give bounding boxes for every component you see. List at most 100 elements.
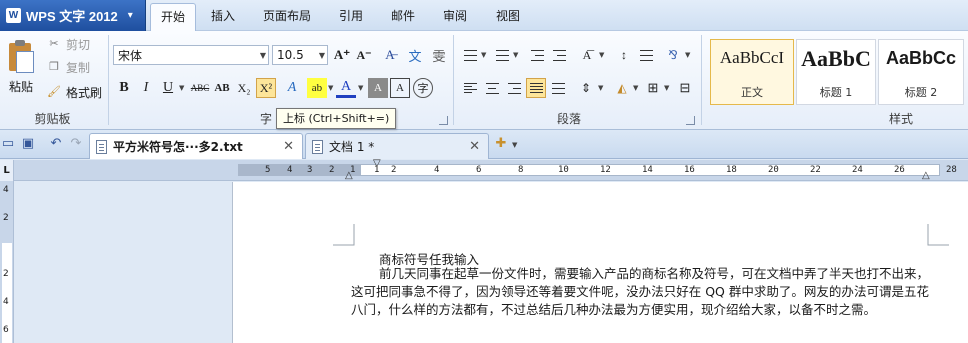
copy-icon: ❐ <box>49 60 59 73</box>
vertical-ruler[interactable]: 4 2 2 4 6 <box>0 181 14 343</box>
close-icon[interactable]: ✕ <box>283 139 294 154</box>
subscript-button[interactable]: X₂ <box>234 78 254 98</box>
phonetic-guide-icon[interactable]: 文 <box>405 45 425 65</box>
font-dialog-launcher-icon[interactable] <box>439 116 448 125</box>
tab-page-layout[interactable]: 页面布局 <box>253 3 321 29</box>
show-marks-icon[interactable] <box>636 45 656 65</box>
crop-mark-icon <box>333 224 355 246</box>
tab-home[interactable]: 开始 <box>150 3 197 32</box>
character-border-icon[interactable]: 雯 <box>429 45 449 65</box>
copy-button[interactable]: ❐ 复制 <box>46 57 90 77</box>
chevron-down-icon: ▼ <box>259 50 266 60</box>
font-color-dropdown[interactable]: ▼ <box>358 84 363 92</box>
bullet-list-icon[interactable] <box>460 45 480 65</box>
italic-button[interactable]: I <box>136 78 156 98</box>
align-right-icon[interactable] <box>504 78 524 98</box>
app-menu-button[interactable]: W WPS 文字 2012 ▾ <box>0 0 146 31</box>
font-name-select[interactable]: 宋体 ▼ <box>113 45 269 65</box>
shrink-font-button[interactable]: A⁻ <box>354 45 374 65</box>
style-normal[interactable]: AaBbCcI 正文 <box>710 39 794 105</box>
align-center-icon[interactable] <box>482 78 502 98</box>
highlight-dropdown[interactable]: ▼ <box>328 84 333 92</box>
style-heading-1[interactable]: AaBbC 标题 1 <box>796 39 876 105</box>
increase-indent-icon[interactable] <box>549 45 569 65</box>
save-icon[interactable]: ▣ <box>20 136 36 152</box>
chevron-down-icon: ▾ <box>127 10 133 21</box>
clear-format-icon[interactable]: A̶ <box>380 45 400 65</box>
redo-icon[interactable]: ↷ <box>68 136 84 152</box>
superscript-button[interactable]: X² <box>256 78 276 98</box>
borders-icon[interactable]: ⊞ <box>643 78 663 98</box>
chinese-layout-dropdown[interactable]: ▼ <box>599 51 604 59</box>
highlight-icon[interactable]: ab <box>307 78 327 98</box>
enclose-char-icon[interactable]: 字 <box>413 78 433 98</box>
borders-dropdown[interactable]: ▼ <box>664 84 669 92</box>
doc-tab-active[interactable]: 平方米符号怎···多2.txt ✕ <box>89 133 303 159</box>
font-size-select[interactable]: 10.5 ▼ <box>272 45 328 65</box>
justify-icon[interactable] <box>526 78 546 98</box>
numbering-dropdown[interactable]: ▼ <box>513 51 518 59</box>
table-icon[interactable]: ⊟ <box>675 78 695 98</box>
tab-insert[interactable]: 插入 <box>201 3 245 29</box>
double-strike-button[interactable]: AB <box>212 78 232 98</box>
tab-mailings[interactable]: 邮件 <box>381 3 425 29</box>
bullet-dropdown[interactable]: ▼ <box>481 51 486 59</box>
app-title: WPS 文字 2012 <box>26 9 118 24</box>
document-icon <box>96 139 107 154</box>
document-tab-bar: ▭ ▣ ↶ ↷ 平方米符号怎···多2.txt ✕ 文档 1 * ✕ ✚ ▼ <box>0 130 968 159</box>
horizontal-ruler[interactable]: 5 4 3 2 1 1 2 4 6 8 10 12 14 16 18 20 22… <box>14 158 968 181</box>
right-indent-marker-icon[interactable]: △ <box>922 170 930 181</box>
tab-stop-selector[interactable]: L <box>0 160 14 181</box>
paragraph-group-label: 段落 <box>556 112 581 126</box>
grow-font-button[interactable]: A⁺ <box>332 45 352 65</box>
shading-icon[interactable]: ◭ <box>612 78 632 98</box>
numbered-list-icon[interactable] <box>492 45 512 65</box>
paste-label: 粘贴 <box>8 80 33 94</box>
menu-bar: W WPS 文字 2012 ▾ 开始 插入 页面布局 引用 邮件 审阅 视图 <box>0 0 968 32</box>
group-divider <box>701 35 702 125</box>
group-divider <box>108 35 109 125</box>
first-line-indent-marker-icon[interactable]: ▽ <box>373 158 381 169</box>
underline-dropdown[interactable]: ▼ <box>179 84 184 92</box>
open-folder-icon[interactable]: ▭ <box>0 136 16 152</box>
format-painter-button[interactable]: 🖌 格式刷 <box>46 82 102 102</box>
close-icon[interactable]: ✕ <box>469 139 480 154</box>
text-effect-icon[interactable]: A <box>282 78 302 98</box>
style-heading-2[interactable]: AaBbCc 标题 2 <box>878 39 964 105</box>
sort-icon[interactable]: ↕ <box>614 45 634 65</box>
char-border-icon[interactable]: A <box>390 78 410 98</box>
align-left-icon[interactable] <box>460 78 480 98</box>
tab-review[interactable]: 审阅 <box>433 3 477 29</box>
cut-button[interactable]: ✂ 剪切 <box>46 34 90 54</box>
bold-button[interactable]: B <box>114 78 134 98</box>
chevron-down-icon: ▼ <box>318 50 325 60</box>
group-divider <box>453 35 454 125</box>
char-shading-icon[interactable]: A <box>368 78 388 98</box>
font-color-button[interactable]: A <box>336 78 356 98</box>
paste-button[interactable]: 粘贴 <box>4 37 38 109</box>
chinese-layout-icon[interactable]: A͞ <box>577 45 597 65</box>
scissors-icon: ✂ <box>49 37 59 50</box>
undo-icon[interactable]: ↶ <box>48 136 64 152</box>
decrease-indent-icon[interactable] <box>527 45 547 65</box>
paste-icon <box>7 39 35 73</box>
left-indent-marker-icon[interactable]: △ <box>345 170 353 181</box>
underline-button[interactable]: U <box>158 78 178 98</box>
tab-references[interactable]: 引用 <box>329 3 373 29</box>
text-tools-dropdown[interactable]: ▼ <box>685 51 690 59</box>
new-document-icon[interactable]: ✚ <box>493 136 509 152</box>
clipboard-group-label: 剪贴板 <box>34 112 71 126</box>
distributed-icon[interactable] <box>548 78 568 98</box>
text-tools-icon[interactable]: ⅋ <box>663 45 683 65</box>
styles-group-label: 样式 <box>888 112 913 126</box>
line-spacing-icon[interactable]: ⇕ <box>576 78 596 98</box>
line-spacing-dropdown[interactable]: ▼ <box>598 84 603 92</box>
doc-tab-document-1[interactable]: 文档 1 * ✕ <box>305 133 489 159</box>
crop-mark-icon <box>927 224 949 246</box>
paragraph-dialog-launcher-icon[interactable] <box>686 116 695 125</box>
tab-view[interactable]: 视图 <box>486 3 530 29</box>
strikethrough-button[interactable]: ABC <box>190 78 210 98</box>
brush-icon: 🖌 <box>47 85 61 98</box>
new-document-dropdown[interactable]: ▼ <box>512 141 517 149</box>
shading-dropdown[interactable]: ▼ <box>633 84 638 92</box>
